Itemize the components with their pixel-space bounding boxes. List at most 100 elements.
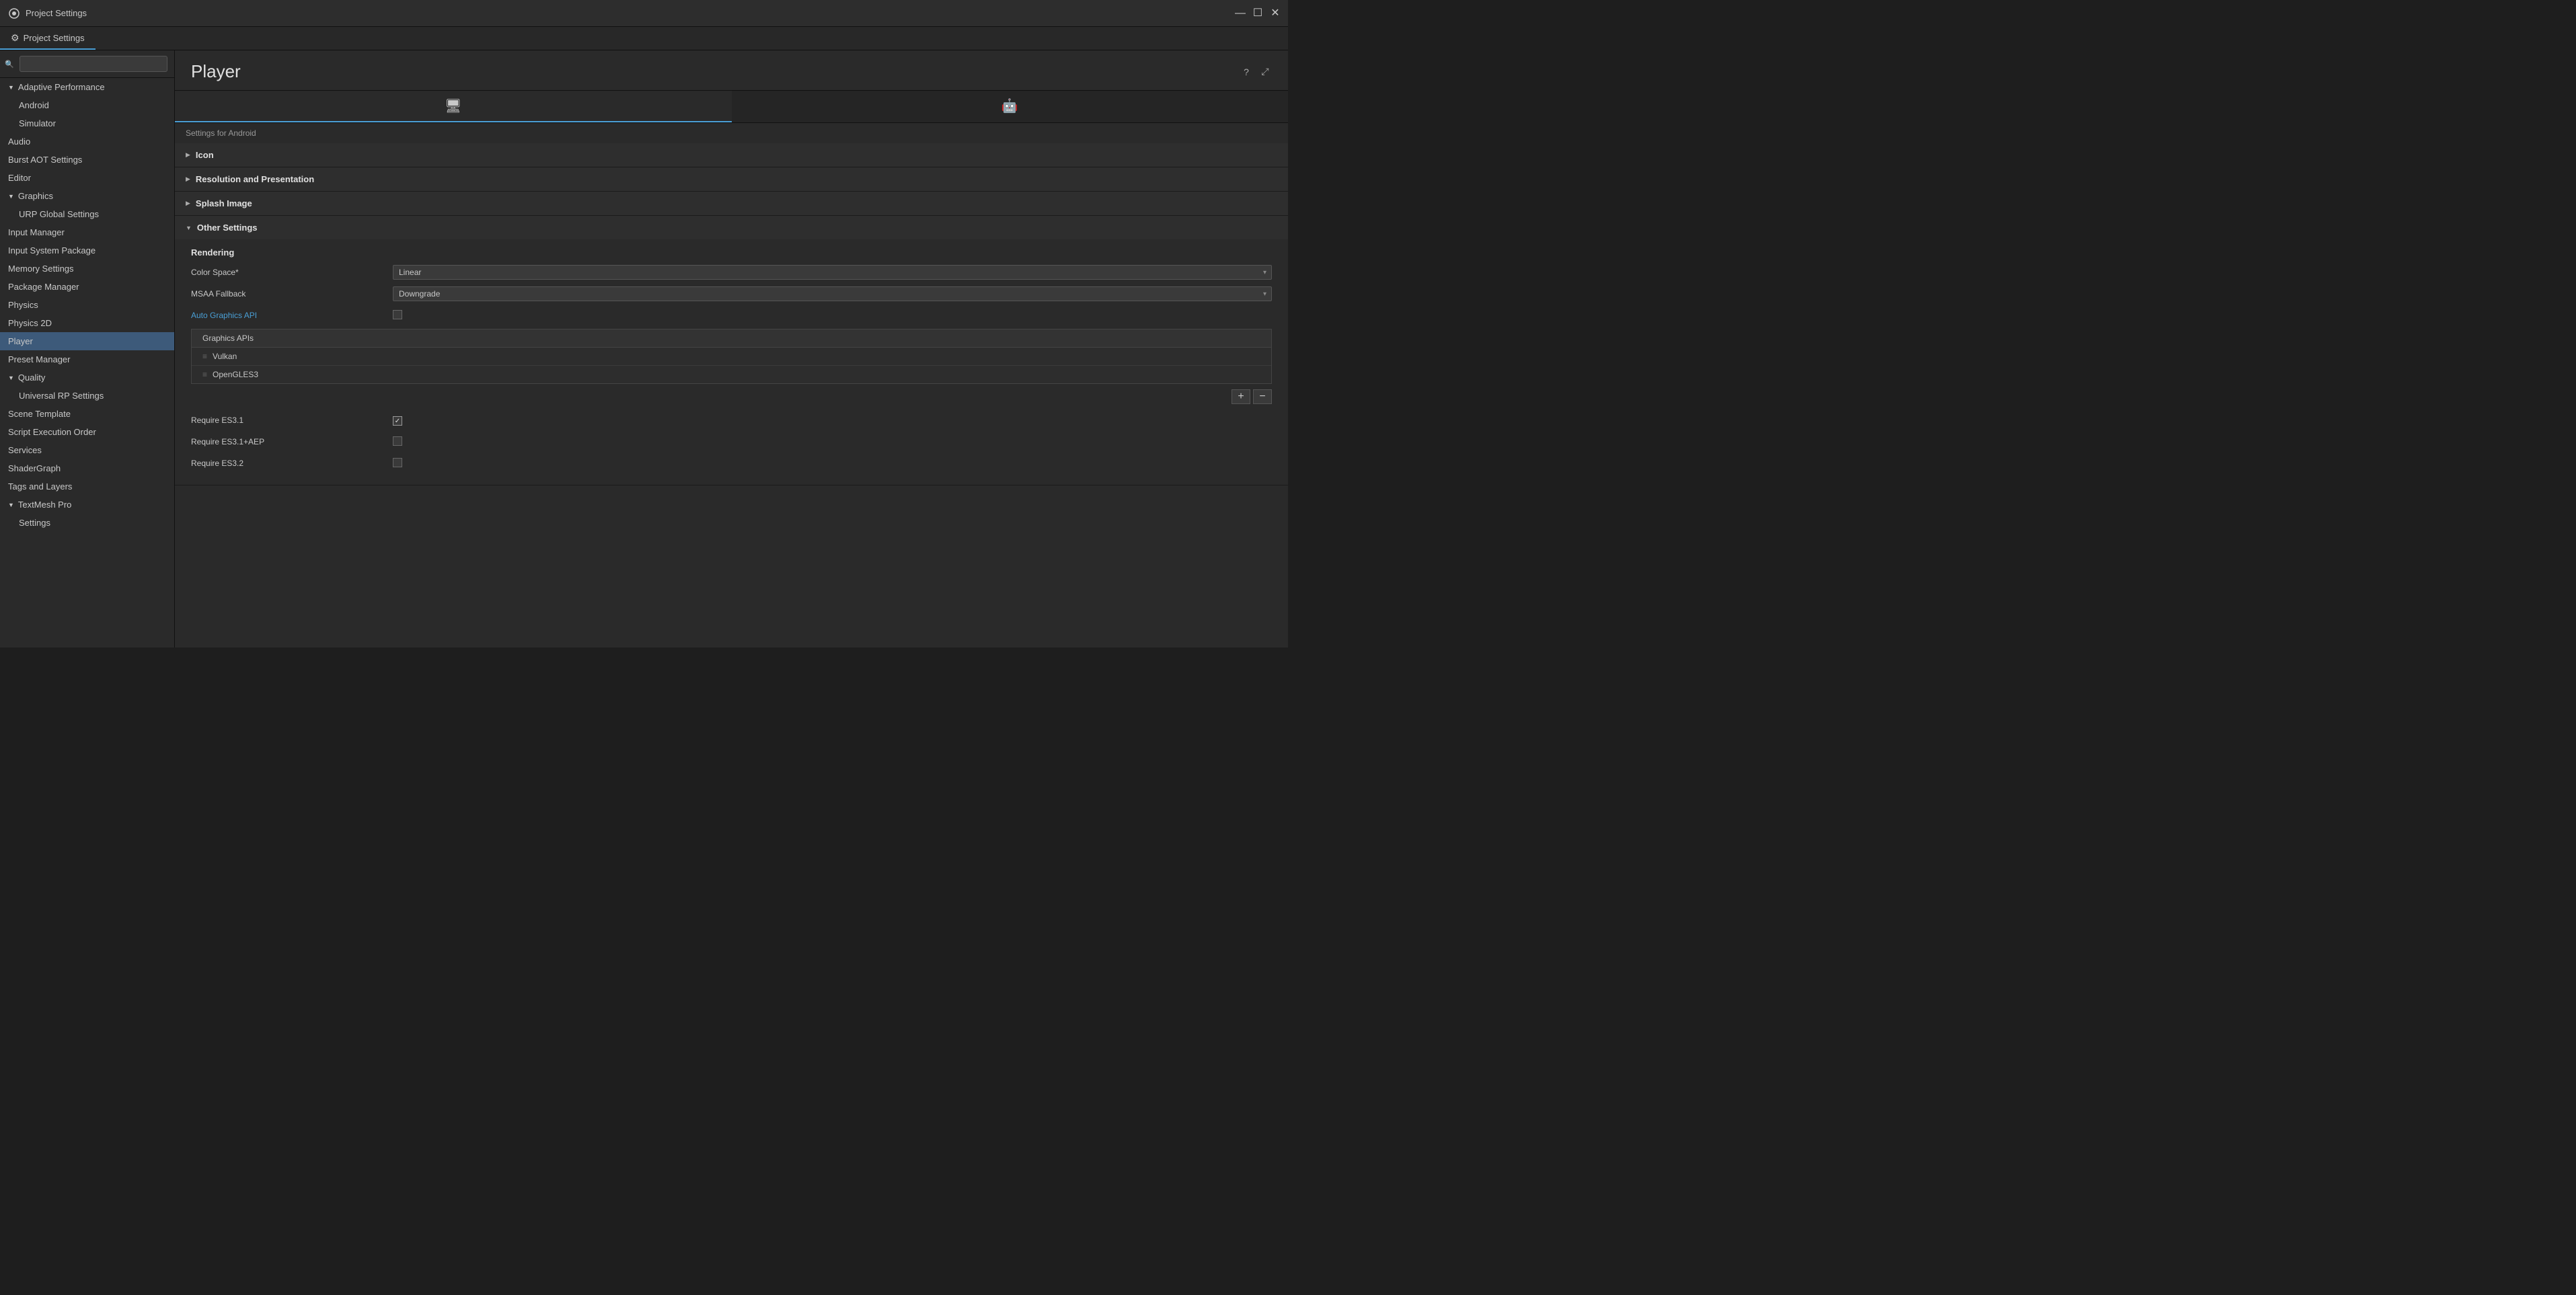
sidebar-item-physics[interactable]: Physics (0, 296, 174, 314)
sidebar-item-textmesh-pro[interactable]: ▼ TextMesh Pro (0, 496, 174, 514)
require-es31-value (393, 415, 1272, 426)
platform-tab-android[interactable]: 🤖 (732, 91, 1289, 122)
titlebar: Project Settings — ☐ ✕ (0, 0, 1288, 27)
graphics-apis-header: Graphics APIs (191, 329, 1272, 347)
sidebar-item-memory-settings[interactable]: Memory Settings (0, 260, 174, 278)
require-es31-aep-checkbox[interactable] (393, 436, 402, 446)
sidebar-item-input-system[interactable]: Input System Package (0, 241, 174, 260)
sidebar-item-label: Input Manager (8, 227, 65, 237)
tabbar: ⚙ Project Settings (0, 27, 1288, 50)
chevron-down-icon: ▼ (8, 193, 14, 200)
msaa-fallback-select-wrapper: Downgrade None (393, 286, 1272, 301)
sidebar-item-label: TextMesh Pro (18, 500, 71, 510)
sidebar-item-label: Audio (8, 136, 30, 147)
other-settings-body: Rendering Color Space* Linear Gamma (175, 239, 1288, 485)
require-es32-checkbox[interactable] (393, 458, 402, 467)
sidebar-item-tags-and-layers[interactable]: Tags and Layers (0, 477, 174, 496)
sidebar-item-preset-manager[interactable]: Preset Manager (0, 350, 174, 368)
maximize-button[interactable]: ☐ (1253, 9, 1262, 18)
sidebar-item-urp-global[interactable]: URP Global Settings (0, 205, 174, 223)
sidebar-item-label: Universal RP Settings (19, 391, 104, 401)
sidebar-item-graphics[interactable]: ▼ Graphics (0, 187, 174, 205)
sidebar: 🔍 ▼ Adaptive Performance Android Simulat… (0, 50, 175, 648)
other-settings-title: Other Settings (197, 223, 258, 233)
icon-section-header[interactable]: ▶ Icon (175, 143, 1288, 167)
color-space-label: Color Space* (191, 268, 393, 277)
sidebar-item-player[interactable]: Player (0, 332, 174, 350)
drag-handle-icon: ≡ (202, 352, 207, 361)
sidebar-item-label: Script Execution Order (8, 427, 96, 437)
sidebar-item-physics-2d[interactable]: Physics 2D (0, 314, 174, 332)
require-es32-label: Require ES3.2 (191, 459, 393, 468)
close-button[interactable]: ✕ (1271, 9, 1280, 18)
sidebar-item-label: Simulator (19, 118, 56, 128)
search-input[interactable] (20, 56, 167, 72)
help-icon[interactable]: ? (1240, 65, 1253, 79)
header-icons: ? ⤢ (1240, 65, 1272, 79)
add-api-button[interactable]: + (1232, 389, 1250, 404)
api-item-opengles3: ≡ OpenGLES3 (192, 366, 1271, 383)
sidebar-item-label: Android (19, 100, 49, 110)
color-space-value: Linear Gamma (393, 265, 1272, 280)
sidebar-item-shadergraph[interactable]: ShaderGraph (0, 459, 174, 477)
sidebar-item-scene-template[interactable]: Scene Template (0, 405, 174, 423)
chevron-down-icon: ▼ (8, 84, 14, 91)
sidebar-item-input-manager[interactable]: Input Manager (0, 223, 174, 241)
sidebar-item-label: Tags and Layers (8, 481, 72, 492)
other-settings-header[interactable]: ▼ Other Settings (175, 216, 1288, 239)
chevron-down-icon: ▼ (8, 375, 14, 381)
sidebar-item-android[interactable]: Android (0, 96, 174, 114)
sidebar-item-label: ShaderGraph (8, 463, 61, 473)
sidebar-item-audio[interactable]: Audio (0, 132, 174, 151)
app-icon (8, 7, 20, 19)
sidebar-item-services[interactable]: Services (0, 441, 174, 459)
minimize-button[interactable]: — (1236, 9, 1245, 18)
sidebar-item-label: Preset Manager (8, 354, 71, 364)
icon-section-title: Icon (196, 150, 214, 160)
require-es31-checkbox[interactable] (393, 416, 402, 426)
resolution-section: ▶ Resolution and Presentation (175, 167, 1288, 192)
project-settings-tab[interactable]: ⚙ Project Settings (0, 27, 96, 50)
resolution-section-title: Resolution and Presentation (196, 174, 314, 184)
sidebar-item-editor[interactable]: Editor (0, 169, 174, 187)
auto-graphics-api-label[interactable]: Auto Graphics API (191, 311, 393, 320)
sidebar-item-tmp-settings[interactable]: Settings (0, 514, 174, 532)
resolution-section-arrow: ▶ (186, 175, 190, 183)
splash-section-header[interactable]: ▶ Splash Image (175, 192, 1288, 215)
msaa-fallback-value: Downgrade None (393, 286, 1272, 301)
sidebar-item-script-execution[interactable]: Script Execution Order (0, 423, 174, 441)
color-space-select[interactable]: Linear Gamma (393, 265, 1272, 280)
color-space-row: Color Space* Linear Gamma (191, 264, 1272, 280)
sidebar-item-quality[interactable]: ▼ Quality (0, 368, 174, 387)
android-icon: 🤖 (1001, 97, 1018, 114)
platform-tab-desktop[interactable]: 🖥 (175, 91, 732, 122)
sidebar-item-universal-rp[interactable]: Universal RP Settings (0, 387, 174, 405)
sidebar-item-burst-aot[interactable]: Burst AOT Settings (0, 151, 174, 169)
msaa-fallback-select[interactable]: Downgrade None (393, 286, 1272, 301)
remove-api-button[interactable]: − (1253, 389, 1272, 404)
color-space-select-wrapper: Linear Gamma (393, 265, 1272, 280)
sidebar-item-label: Quality (18, 372, 45, 383)
drag-handle-icon: ≡ (202, 370, 207, 379)
tab-label: Project Settings (24, 33, 85, 43)
sidebar-item-simulator[interactable]: Simulator (0, 114, 174, 132)
sidebar-item-label: Services (8, 445, 42, 455)
auto-graphics-api-checkbox[interactable] (393, 310, 402, 319)
api-item-label: OpenGLES3 (213, 370, 258, 379)
sidebar-item-adaptive-performance[interactable]: ▼ Adaptive Performance (0, 78, 174, 96)
graphics-apis-list: ≡ Vulkan ≡ OpenGLES3 (191, 347, 1272, 384)
sidebar-item-label: Physics 2D (8, 318, 52, 328)
other-settings-arrow: ▼ (186, 225, 192, 231)
require-es31-row: Require ES3.1 (191, 412, 1272, 428)
sidebar-item-package-manager[interactable]: Package Manager (0, 278, 174, 296)
sidebar-item-label: Scene Template (8, 409, 71, 419)
auto-graphics-api-value (393, 310, 1272, 321)
chevron-down-icon: ▼ (8, 502, 14, 508)
sidebar-item-label: Graphics (18, 191, 53, 201)
other-settings-section: ▼ Other Settings Rendering Color Space* … (175, 216, 1288, 485)
require-es31-aep-value (393, 436, 1272, 448)
window-title: Project Settings (26, 8, 87, 18)
sidebar-item-label: Physics (8, 300, 38, 310)
layout-icon[interactable]: ⤢ (1258, 65, 1272, 79)
resolution-section-header[interactable]: ▶ Resolution and Presentation (175, 167, 1288, 191)
